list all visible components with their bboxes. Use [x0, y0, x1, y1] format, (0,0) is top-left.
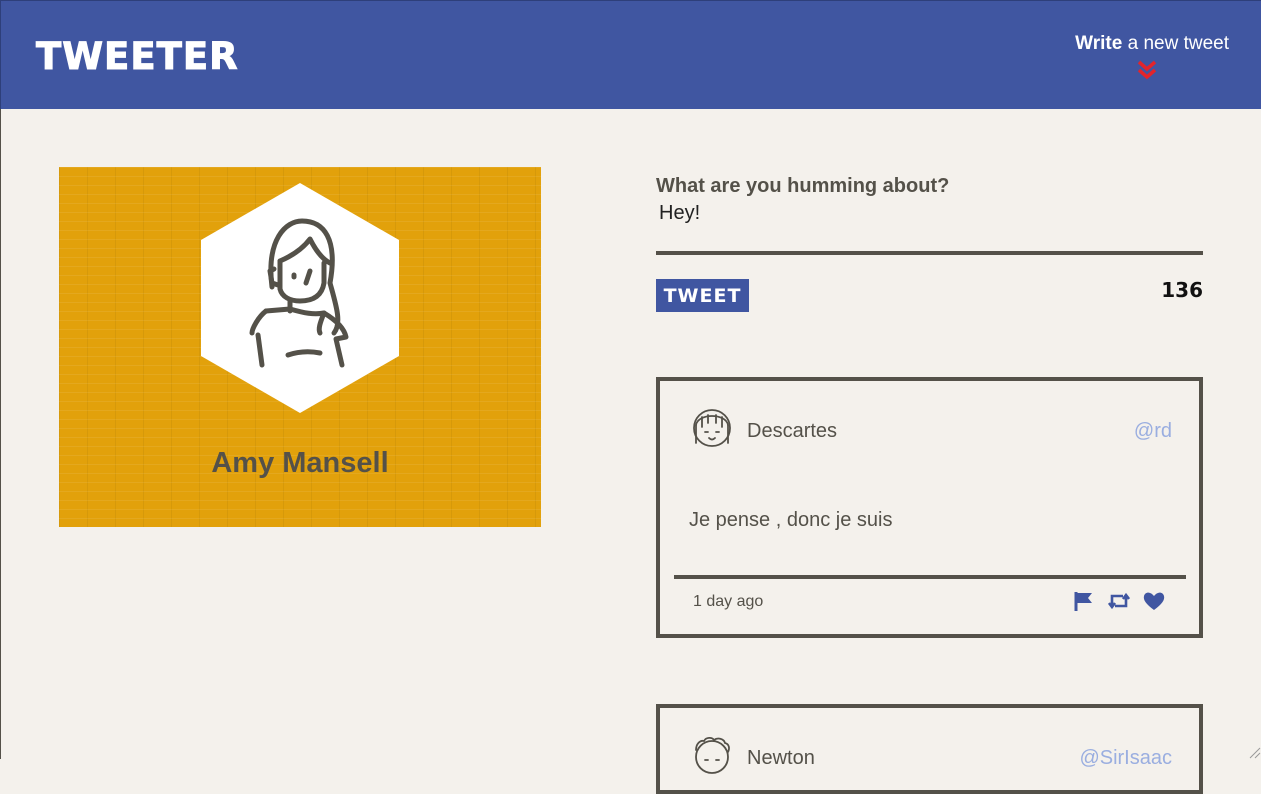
resize-handle-icon[interactable]: [1247, 745, 1261, 759]
heart-icon[interactable]: [1143, 590, 1165, 612]
write-link-rest: a new tweet: [1122, 33, 1229, 54]
double-chevron-down-icon[interactable]: [1136, 59, 1158, 81]
woman-avatar-icon: [200, 183, 400, 413]
compose-label: What are you humming about?: [656, 175, 949, 198]
profile-card: Amy Mansell: [59, 167, 541, 527]
write-link-bold: Write: [1075, 33, 1122, 54]
write-new-tweet-link[interactable]: Write a new tweet: [1075, 33, 1229, 55]
profile-name: Amy Mansell: [59, 447, 541, 480]
compose-underline: [656, 251, 1203, 255]
tweet-card: Descartes @rd Je pense , donc je suis 1 …: [656, 377, 1203, 638]
tweet-button[interactable]: TWEET: [656, 279, 749, 312]
page-border: [0, 109, 1, 759]
character-counter: 136: [1161, 278, 1203, 302]
curly-hair-avatar-icon: [690, 732, 734, 778]
tweet-author-handle: @rd: [1134, 420, 1172, 443]
tweet-card: Newton @SirIsaac: [656, 704, 1203, 794]
brand-logo[interactable]: TWEETER: [36, 35, 239, 78]
tweet-author-name: Descartes: [747, 420, 837, 443]
tweet-actions: [1073, 590, 1165, 612]
flag-icon[interactable]: [1073, 590, 1095, 612]
tweet-footer-divider: [674, 575, 1186, 579]
retweet-icon[interactable]: [1108, 590, 1130, 612]
navbar: TWEETER Write a new tweet: [0, 0, 1261, 109]
tweet-text: Je pense , donc je suis: [689, 509, 892, 532]
tweet-timestamp: 1 day ago: [693, 593, 763, 611]
girl-avatar-icon: [690, 405, 734, 451]
tweet-textarea[interactable]: Hey!: [656, 200, 1203, 252]
